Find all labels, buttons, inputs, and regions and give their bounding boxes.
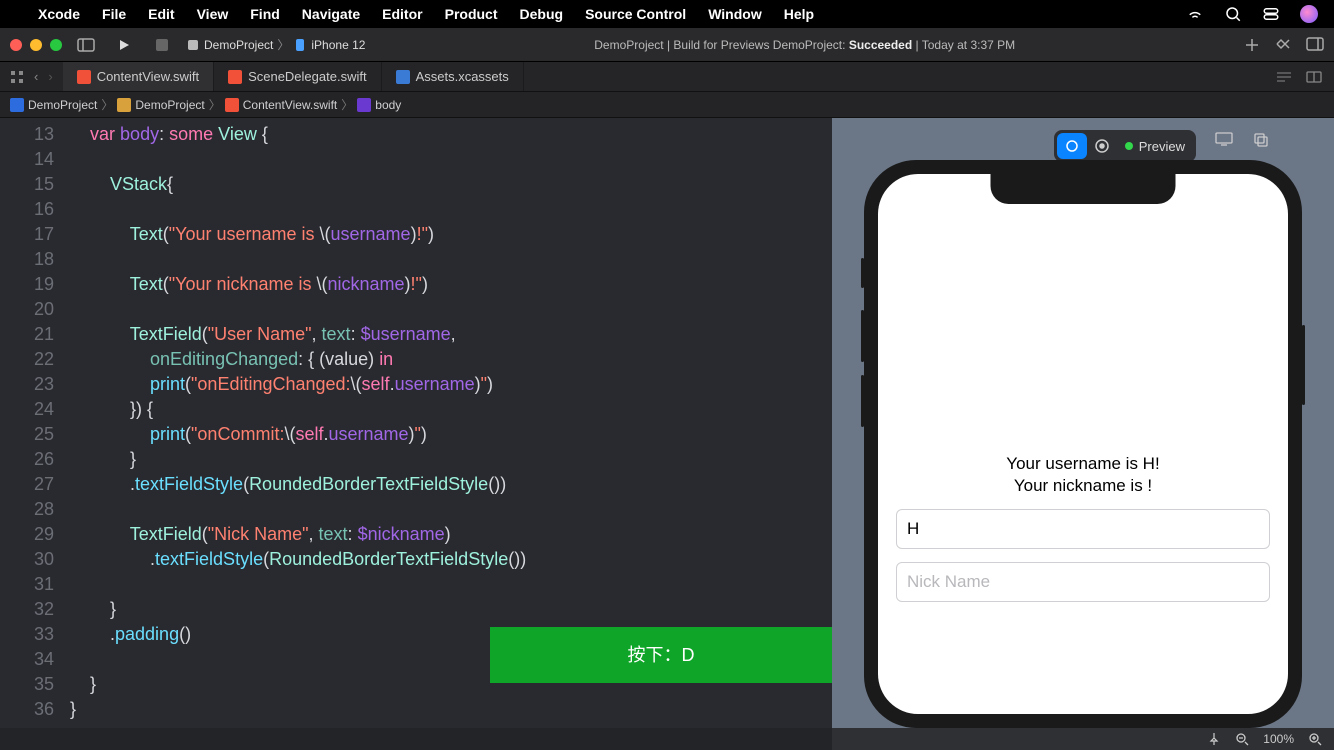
menu-find[interactable]: Find bbox=[250, 6, 280, 22]
preview-status[interactable]: Preview bbox=[1117, 139, 1193, 154]
assets-file-icon bbox=[396, 70, 410, 84]
keypress-overlay: 按下：D bbox=[490, 627, 832, 683]
preview-device-icon[interactable] bbox=[1214, 131, 1234, 147]
tab-contentview[interactable]: ContentView.swift bbox=[63, 62, 214, 91]
menubar-app[interactable]: Xcode bbox=[38, 6, 80, 22]
menu-help[interactable]: Help bbox=[784, 6, 814, 22]
line-gutter: 1314151617181920212223242526272829303132… bbox=[0, 118, 70, 728]
swift-file-icon bbox=[228, 70, 242, 84]
folder-icon bbox=[117, 98, 131, 112]
editor-tabbar: ‹ › ContentView.swift SceneDelegate.swif… bbox=[0, 62, 1334, 92]
tab-scenedelegate[interactable]: SceneDelegate.swift bbox=[214, 62, 382, 91]
scheme-selector[interactable]: DemoProject 〉 iPhone 12 bbox=[186, 36, 365, 53]
wifi-icon[interactable] bbox=[1186, 5, 1204, 23]
scheme-project: DemoProject bbox=[204, 38, 273, 52]
swift-file-icon bbox=[77, 70, 91, 84]
menu-window[interactable]: Window bbox=[708, 6, 762, 22]
nav-forward-icon[interactable]: › bbox=[48, 69, 52, 84]
menu-file[interactable]: File bbox=[102, 6, 126, 22]
zoom-level[interactable]: 100% bbox=[1263, 732, 1294, 746]
status-dot-icon bbox=[1125, 142, 1133, 150]
inspector-toggle-icon[interactable] bbox=[1306, 37, 1324, 51]
main-area: 1314151617181920212223242526272829303132… bbox=[0, 118, 1334, 728]
xcode-toolbar: DemoProject 〉 iPhone 12 DemoProject | Bu… bbox=[0, 28, 1334, 62]
window-minimize[interactable] bbox=[30, 39, 42, 51]
spotlight-icon[interactable] bbox=[1224, 5, 1242, 23]
pin-icon[interactable] bbox=[1207, 732, 1221, 746]
adjust-editor-icon[interactable] bbox=[1306, 71, 1322, 83]
project-icon bbox=[10, 98, 24, 112]
nickname-field[interactable]: Nick Name bbox=[896, 562, 1270, 602]
code-editor[interactable]: 1314151617181920212223242526272829303132… bbox=[0, 118, 832, 728]
related-items-icon[interactable] bbox=[10, 70, 24, 84]
username-field[interactable]: H bbox=[896, 509, 1270, 549]
menu-view[interactable]: View bbox=[197, 6, 229, 22]
menu-edit[interactable]: Edit bbox=[148, 6, 174, 22]
minimap-icon[interactable] bbox=[1276, 71, 1292, 83]
stop-button[interactable] bbox=[148, 34, 176, 56]
menu-editor[interactable]: Editor bbox=[382, 6, 422, 22]
zoom-in-icon[interactable] bbox=[1308, 732, 1322, 746]
add-icon[interactable] bbox=[1244, 37, 1260, 53]
activity-status: DemoProject | Build for Previews DemoPro… bbox=[375, 38, 1234, 52]
library-icon[interactable] bbox=[1274, 37, 1292, 51]
username-label: Your username is H! bbox=[896, 454, 1270, 474]
device-notch bbox=[991, 174, 1176, 204]
nickname-label: Your nickname is ! bbox=[896, 476, 1270, 496]
menu-product[interactable]: Product bbox=[445, 6, 498, 22]
macos-menubar: Xcode File Edit View Find Navigate Edito… bbox=[0, 0, 1334, 28]
live-preview-icon[interactable] bbox=[1057, 133, 1087, 159]
device-screen[interactable]: Your username is H! Your nickname is ! H… bbox=[878, 174, 1288, 714]
tab-assets[interactable]: Assets.xcassets bbox=[382, 62, 524, 91]
run-button[interactable] bbox=[110, 34, 138, 56]
canvas-bottombar: 100% bbox=[832, 728, 1334, 750]
menu-debug[interactable]: Debug bbox=[520, 6, 564, 22]
device-frame: Your username is H! Your nickname is ! H… bbox=[864, 160, 1302, 728]
selectable-preview-icon[interactable] bbox=[1087, 133, 1117, 159]
canvas-preview: Preview Your username is H! Your nicknam… bbox=[832, 118, 1334, 728]
jump-bar[interactable]: DemoProject〉 DemoProject〉 ContentView.sw… bbox=[0, 92, 1334, 118]
editor-bottom-strip bbox=[0, 728, 832, 750]
navigator-toggle-icon[interactable] bbox=[72, 34, 100, 56]
app-preview-content: Your username is H! Your nickname is ! H… bbox=[878, 174, 1288, 602]
swift-file-icon bbox=[225, 98, 239, 112]
window-controls bbox=[10, 39, 62, 51]
preview-duplicate-icon[interactable] bbox=[1252, 131, 1270, 154]
control-center-icon[interactable] bbox=[1262, 5, 1280, 23]
window-zoom[interactable] bbox=[50, 39, 62, 51]
menu-source-control[interactable]: Source Control bbox=[585, 6, 686, 22]
scheme-device: iPhone 12 bbox=[311, 38, 365, 52]
property-icon bbox=[357, 98, 371, 112]
siri-icon[interactable] bbox=[1300, 5, 1318, 23]
preview-toolbar: Preview bbox=[1054, 130, 1196, 162]
menu-navigate[interactable]: Navigate bbox=[302, 6, 360, 22]
window-close[interactable] bbox=[10, 39, 22, 51]
nav-back-icon[interactable]: ‹ bbox=[34, 69, 38, 84]
zoom-out-icon[interactable] bbox=[1235, 732, 1249, 746]
